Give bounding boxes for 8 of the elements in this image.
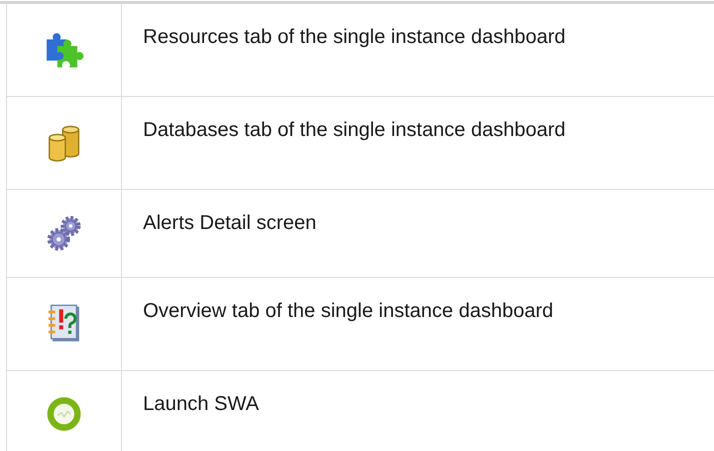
description-text: Launch SWA	[122, 370, 714, 451]
notebook-alert-icon	[46, 304, 82, 344]
description-text: Databases tab of the single instance dashboard	[122, 96, 714, 190]
description-text: Overview tab of the single instance dashboard	[122, 278, 714, 370]
puzzle-pieces-icon	[44, 30, 84, 70]
description-text: Alerts Detail screen	[122, 190, 714, 278]
description-text: Resources tab of the single instance dashboard	[122, 4, 714, 96]
ring-icon	[46, 396, 82, 432]
